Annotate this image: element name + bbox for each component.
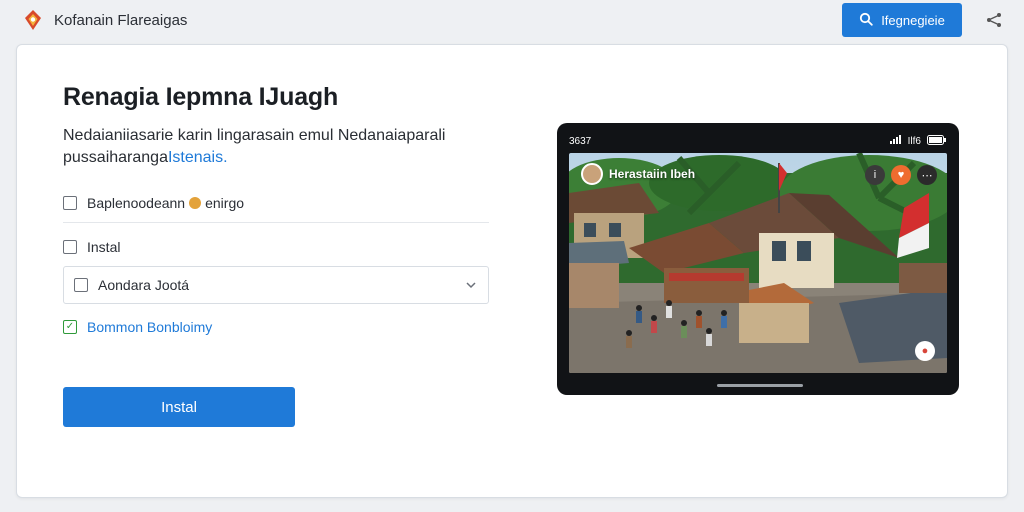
checkbox-icon[interactable] — [63, 240, 77, 254]
confirm-label: Bommon Bonbloimy — [87, 319, 213, 335]
status-time: 3637 — [569, 135, 592, 147]
brand-name: Kofanain Flareaigas — [54, 11, 188, 29]
video-title: Herastaiin Ibeh — [581, 163, 695, 185]
checkbox-icon — [74, 278, 88, 292]
status-right: Ilf6 — [907, 135, 921, 147]
page-description: Nedaianiiasarie karin lingarasain emul N… — [63, 125, 483, 169]
badge-icon — [189, 197, 202, 209]
checkbox-checked-icon[interactable]: ✓ — [63, 320, 77, 334]
option-row-1[interactable]: Baplenoodeann enirgo — [63, 195, 244, 211]
description-text: Nedaianiiasarie karin lingarasain emul N… — [63, 127, 446, 166]
confirm-row[interactable]: ✓ Bommon Bonbloimy — [63, 319, 212, 335]
village-scene-image — [569, 153, 947, 373]
tablet-preview: 3637 Ilf6 Herastaiin Ibeh i ♥ ⋯ ● — [557, 123, 959, 395]
lotus-logo-icon[interactable] — [22, 9, 44, 31]
status-bar: 3637 Ilf6 — [569, 133, 947, 149]
option-suffix: enirgo — [205, 195, 245, 211]
option-label: Instal — [87, 239, 121, 255]
chevron-down-icon — [464, 278, 478, 292]
home-indicator — [717, 384, 803, 387]
battery-icon — [927, 134, 947, 148]
select-value: Aondara Jootá — [98, 277, 190, 293]
search-button-label: Ifegnegieie — [881, 12, 945, 28]
info-icon[interactable]: i — [865, 165, 885, 185]
version-select[interactable]: Aondara Jootá — [63, 266, 489, 304]
top-bar: Kofanain Flareaigas Ifegnegieie — [0, 0, 1024, 40]
video-screen[interactable]: Herastaiin Ibeh i ♥ ⋯ ● — [569, 153, 947, 373]
signal-icon — [889, 135, 902, 147]
record-icon[interactable]: ● — [915, 341, 935, 361]
video-title-text: Herastaiin Ibeh — [609, 167, 696, 181]
search-icon — [859, 12, 873, 29]
install-card: Renagia Iepmna IJuagh Nedaianiiasarie ka… — [16, 44, 1008, 498]
avatar[interactable] — [581, 163, 603, 185]
search-button[interactable]: Ifegnegieie — [842, 3, 962, 37]
like-icon[interactable]: ♥ — [891, 165, 911, 185]
install-button[interactable]: Instal — [63, 387, 295, 427]
more-icon[interactable]: ⋯ — [917, 165, 937, 185]
video-actions: i ♥ ⋯ — [865, 165, 937, 185]
checkbox-icon[interactable] — [63, 196, 77, 210]
page-title: Renagia Iepmna IJuagh — [63, 83, 339, 111]
option-label: Baplenoodeann — [87, 195, 186, 211]
option-row-2[interactable]: Instal — [63, 239, 120, 255]
divider — [63, 222, 489, 223]
description-link[interactable]: Istenais. — [168, 149, 228, 166]
share-icon[interactable] — [980, 6, 1008, 34]
